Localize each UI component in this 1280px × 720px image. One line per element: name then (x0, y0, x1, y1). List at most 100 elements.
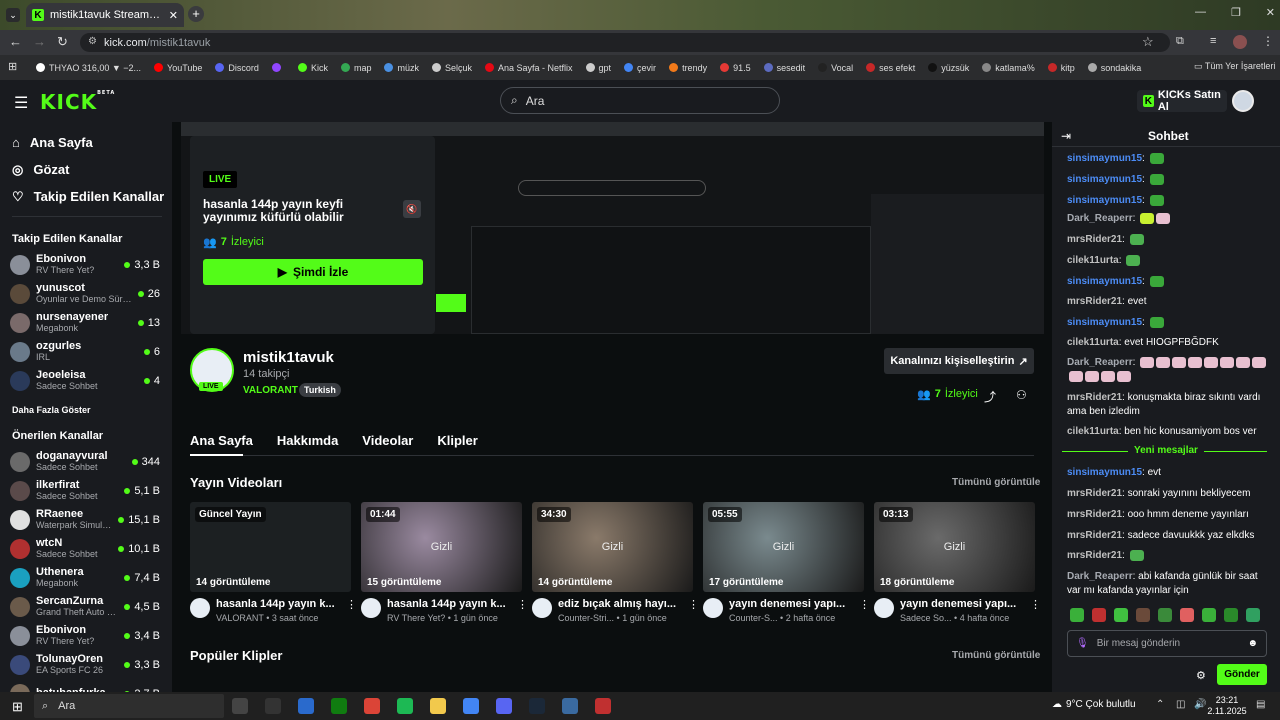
sidebar-nav-item[interactable]: ♡ Takip Edilen Kanallar (0, 183, 172, 210)
notifications-icon[interactable]: ▤ (1256, 699, 1265, 710)
video-channel-avatar[interactable] (703, 598, 723, 618)
sidebar-channel[interactable]: RRaenee Waterpark Simulator 15,1 B (0, 505, 172, 534)
minimize-icon[interactable]: — (1195, 6, 1206, 22)
site-info-icon[interactable]: ⚙ (88, 36, 97, 47)
bookmark-item[interactable]: ses efekt (866, 63, 915, 73)
obs-icon[interactable] (265, 698, 281, 714)
sidebar-channel[interactable]: Jeoeleisa Sadece Sohbet 4 (0, 366, 172, 395)
bookmark-item[interactable]: trendy (669, 63, 707, 73)
emoji-picker-icon[interactable]: ☻ (1247, 638, 1258, 649)
url-bar[interactable]: kick.com/mistik1tavuk (80, 33, 1170, 52)
video-category[interactable]: VALORANT (216, 613, 264, 623)
watch-now-button[interactable]: ▶ Şimdi İzle (203, 259, 423, 285)
video-more-icon[interactable]: ⋮ (346, 598, 357, 623)
chat-message-input[interactable]: 🎙 Bir mesaj gönderin ☻ (1067, 630, 1267, 657)
channel-tab[interactable]: Videolar (362, 433, 413, 448)
steam-icon[interactable] (529, 698, 545, 714)
video-category[interactable]: RV There Yet? (387, 613, 445, 623)
video-title[interactable]: hasanla 144p yayın k... (387, 598, 515, 610)
buy-kicks-button[interactable]: K KICKs Satın Al (1137, 89, 1227, 113)
video-channel-avatar[interactable] (532, 598, 552, 618)
all-bookmarks-folder[interactable]: ▭ Tüm Yer İşaretleri (1194, 61, 1275, 72)
video-more-icon[interactable]: ⋮ (1030, 598, 1041, 623)
app-icon[interactable] (562, 698, 578, 714)
video-card[interactable]: 34:30 Gizli 14 görüntüleme ediz bıçak almış… (532, 502, 699, 623)
close-tab-icon[interactable]: ✕ (169, 9, 178, 22)
windows-start-icon[interactable]: ⊞ (12, 699, 23, 715)
video-channel-avatar[interactable] (874, 598, 894, 618)
clock[interactable]: 23:21 2.11.2025 (1205, 695, 1249, 717)
media-control-icon[interactable]: ≡ (1210, 35, 1216, 47)
network-icon[interactable]: ◫ (1176, 699, 1185, 710)
mute-icon[interactable]: 🔇 (403, 200, 421, 218)
quick-emote-icon[interactable] (1136, 608, 1150, 622)
collapse-chat-icon[interactable]: ⇥ (1061, 129, 1071, 143)
reload-icon[interactable]: ↻ (57, 34, 68, 50)
bookmark-item[interactable]: kitp (1047, 63, 1075, 73)
follow-user-icon[interactable]: ⚇ (1016, 388, 1027, 402)
forward-icon[interactable]: → (33, 34, 46, 49)
channel-tab[interactable]: Klipler (437, 433, 477, 448)
sidebar-nav-item[interactable]: ◎ Gözat (0, 156, 172, 183)
tab-search-icon[interactable]: ⌄ (6, 8, 20, 22)
video-channel-avatar[interactable] (361, 598, 381, 618)
sidebar-nav-item[interactable]: ⌂ Ana Sayfa (0, 129, 172, 156)
hamburger-menu-icon[interactable]: ☰ (14, 93, 28, 113)
category-link[interactable]: VALORANT (243, 385, 298, 396)
spotify-icon[interactable] (397, 698, 413, 714)
quick-emote-icon[interactable] (1246, 608, 1260, 622)
chat-username[interactable]: mrsRider21 (1067, 530, 1122, 541)
apps-grid-icon[interactable]: ⊞ (8, 60, 17, 73)
bookmark-item[interactable]: çevir (624, 63, 656, 73)
user-avatar[interactable] (1232, 90, 1254, 112)
weather-widget[interactable]: ☁ 9°C Çok bulutlu (1052, 699, 1136, 710)
clips-see-all-link[interactable]: Tümünü görüntüle (952, 650, 1040, 661)
bookmark-item[interactable]: 91.5 (720, 63, 751, 73)
sidebar-channel[interactable]: TolunayOren EA Sports FC 26 3,3 B (0, 650, 172, 679)
profile-avatar[interactable] (1233, 35, 1247, 49)
sidebar-channel[interactable]: SercanZurna Grand Theft Auto V (... 4,5 B (0, 592, 172, 621)
chrome-active-icon[interactable] (364, 698, 380, 714)
new-tab-icon[interactable]: + (188, 6, 204, 22)
chat-username[interactable]: sinsimaymun15 (1067, 174, 1142, 185)
sidebar-channel[interactable]: ilkerfirat Sadece Sohbet 5,1 B (0, 476, 172, 505)
video-title[interactable]: hasanla 144p yayın k... (216, 598, 344, 610)
kick-logo[interactable]: KICKBETA (40, 90, 115, 114)
bookmark-item[interactable]: map (340, 63, 371, 73)
video-more-icon[interactable]: ⋮ (517, 598, 528, 623)
send-button[interactable]: Gönder (1217, 664, 1267, 685)
maximize-icon[interactable]: ❐ (1231, 6, 1241, 22)
taskbar-search[interactable]: ⌕ Ara (34, 694, 224, 718)
share-icon[interactable]: ⤴ (984, 388, 996, 405)
microphone-icon[interactable]: 🎙 (1076, 638, 1089, 649)
chat-username[interactable]: sinsimaymun15 (1067, 195, 1142, 206)
video-card[interactable]: 01:44 Gizli 15 görüntüleme hasanla 144p yay… (361, 502, 528, 623)
bookmark-item[interactable]: müzk (384, 63, 419, 73)
chat-username[interactable]: sinsimaymun15 (1067, 153, 1142, 164)
tray-chevron-icon[interactable]: ⌃ (1156, 699, 1164, 710)
chat-username[interactable]: cilek11urta (1067, 255, 1119, 266)
browser-menu-icon[interactable]: ⋮ (1262, 34, 1274, 48)
bookmark-item[interactable]: yüzsük (928, 63, 969, 73)
bookmark-item[interactable]: gpt (585, 63, 611, 73)
chat-username[interactable]: cilek11urta (1067, 426, 1119, 437)
video-category[interactable]: Counter-S... (729, 613, 778, 623)
quick-emote-icon[interactable] (1114, 608, 1128, 622)
chat-username[interactable]: mrsRider21 (1067, 488, 1122, 499)
discord-icon[interactable] (496, 698, 512, 714)
video-category[interactable]: Sadece So... (900, 613, 952, 623)
bookmark-item[interactable]: Discord (215, 63, 259, 73)
chat-username[interactable]: Dark_Reaperr (1067, 571, 1133, 582)
video-more-icon[interactable]: ⋮ (688, 598, 699, 623)
video-card[interactable]: Güncel Yayın 14 görüntüleme hasanla 144p y… (190, 502, 357, 623)
chat-username[interactable]: sinsimaymun15 (1067, 317, 1142, 328)
chat-username[interactable]: Dark_Reaperr (1067, 357, 1133, 368)
chat-username[interactable]: cilek11urta (1067, 337, 1119, 348)
sidebar-channel[interactable]: Ebonivon RV There Yet? 3,4 B (0, 621, 172, 650)
language-tag[interactable]: Turkish (299, 383, 341, 397)
task-view-icon[interactable] (232, 698, 248, 714)
sidebar-channel[interactable]: Ebonivon RV There Yet? 3,3 B (0, 250, 172, 279)
sidebar-channel[interactable]: ozgurles IRL 6 (0, 337, 172, 366)
chat-username[interactable]: sinsimaymun15 (1067, 467, 1142, 478)
video-card[interactable]: 03:13 Gizli 18 görüntüleme yayın denemesi y… (874, 502, 1041, 623)
